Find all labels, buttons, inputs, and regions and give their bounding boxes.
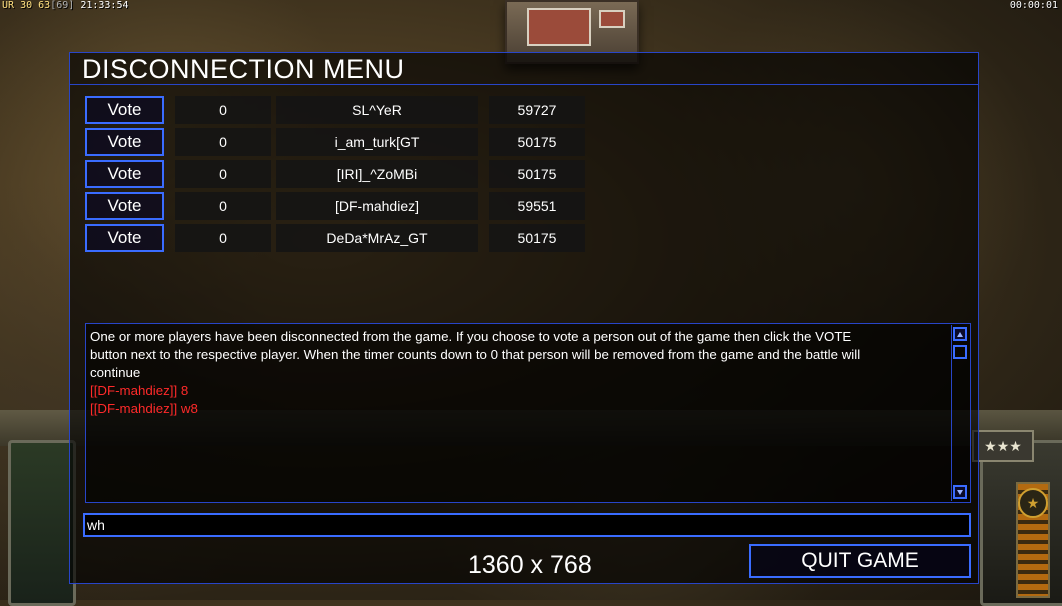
scroll-down-icon[interactable] (953, 485, 967, 499)
resolution-label: 1360 x 768 (468, 551, 592, 579)
disconnect-timer: 50175 (489, 160, 585, 188)
player-name: i_am_turk[GT (276, 128, 478, 156)
message-text: One or more players have been disconnect… (90, 328, 950, 418)
hud-game-timer: 00:00:01 (1009, 0, 1058, 11)
scroll-up-icon[interactable] (953, 327, 967, 341)
disconnect-timer: 59551 (489, 192, 585, 220)
chat-message-line: [[DF-mahdiez]] 8 (90, 383, 189, 398)
disconnection-menu: DISCONNECTION MENU Vote 0 SL^YeR 59727 V… (69, 52, 979, 584)
chat-input[interactable] (83, 513, 971, 537)
vote-button[interactable]: Vote (85, 192, 164, 220)
chat-message-line: [[DF-mahdiez]] w8 (90, 401, 198, 416)
disconnect-timer: 59727 (489, 96, 585, 124)
menu-title: DISCONNECTION MENU (82, 54, 405, 84)
disconnect-timer: 50175 (489, 128, 585, 156)
vote-button[interactable]: Vote (85, 160, 164, 188)
vote-count: 0 (175, 128, 271, 156)
general-stars-badge: ★★★ (972, 430, 1034, 462)
hud-prefix: UR (2, 0, 15, 11)
building-roof-small (599, 10, 625, 28)
vote-button[interactable]: Vote (85, 96, 164, 124)
vote-count: 0 (175, 224, 271, 252)
hud-clock: 21:33:54 (80, 0, 129, 11)
hud-stats: UR 30 63[69] 21:33:54 (2, 0, 129, 11)
system-message-line: continue (90, 365, 141, 380)
building-roof (527, 8, 591, 46)
vote-button[interactable]: Vote (85, 128, 164, 156)
console-left-panel (8, 440, 76, 606)
player-name: SL^YeR (276, 96, 478, 124)
rank-star-icon: ★ (1018, 488, 1048, 518)
quit-game-button[interactable]: QUIT GAME (749, 544, 971, 578)
vote-button[interactable]: Vote (85, 224, 164, 252)
vote-count: 0 (175, 192, 271, 220)
disconnect-timer: 50175 (489, 224, 585, 252)
system-message-line: button next to the respective player. Wh… (90, 347, 861, 362)
system-message-line: One or more players have been disconnect… (90, 329, 852, 344)
vote-count: 0 (175, 160, 271, 188)
message-log[interactable]: One or more players have been disconnect… (85, 323, 971, 503)
hud-bracket: [69] (50, 0, 75, 11)
player-name: [IRI]_^ZoMBi (276, 160, 478, 188)
vote-count: 0 (175, 96, 271, 124)
player-name: [DF-mahdiez] (276, 192, 478, 220)
scroll-thumb[interactable] (953, 345, 967, 359)
title-divider (70, 84, 978, 85)
message-scrollbar[interactable] (951, 325, 969, 501)
hud-frame: 63 (38, 0, 51, 11)
hud-fps: 30 (20, 0, 33, 11)
player-name: DeDa*MrAz_GT (276, 224, 478, 252)
